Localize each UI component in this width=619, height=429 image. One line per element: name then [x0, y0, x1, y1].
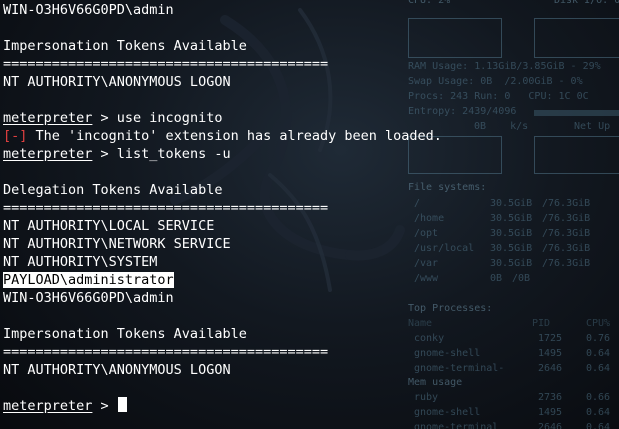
terminal-line: Impersonation Tokens Available [3, 38, 247, 54]
command-text: > use incognito [92, 110, 223, 126]
terminal-line: Delegation Tokens Available [3, 182, 223, 198]
terminal-line: NT AUTHORITY\LOCAL SERVICE [3, 218, 215, 234]
terminal-prompt-line[interactable]: meterpreter > [3, 397, 603, 415]
prompt-label: meterpreter [3, 146, 93, 162]
terminal-line: NT AUTHORITY\NETWORK SERVICE [3, 236, 231, 252]
terminal-selected-line[interactable]: PAYLOAD\administrator [3, 271, 603, 289]
terminal-line: WIN-O3H6V66G0PD\admin [3, 290, 174, 306]
terminal-line: NT AUTHORITY\ANONYMOUS LOGON [3, 362, 231, 378]
terminal-line: WIN-O3H6V66G0PD\admin [3, 2, 174, 18]
terminal-prompt-line: meterpreter > list_tokens -u [3, 145, 603, 163]
command-text: > list_tokens -u [92, 146, 231, 162]
terminal-line: Impersonation Tokens Available [3, 326, 247, 342]
prompt-label: meterpreter [3, 110, 93, 126]
error-message: The 'incognito' extension has already be… [27, 128, 442, 144]
mem-proc-cpu: 0.64 [586, 422, 611, 429]
prompt-label: meterpreter [3, 398, 93, 414]
terminal-line: NT AUTHORITY\ANONYMOUS LOGON [3, 74, 231, 90]
terminal-error-line: [-] The 'incognito' extension has alread… [3, 127, 603, 145]
terminal-prompt-line: meterpreter > use incognito [3, 109, 603, 127]
desktop-screen: CPU: 2% Disk I/O: 0 RAM Usage: 1.13GiB/3… [0, 0, 619, 429]
terminal-line: ======================================== [3, 344, 329, 360]
terminal-line: ======================================== [3, 56, 329, 72]
command-input[interactable]: > [92, 398, 116, 414]
error-tag: [-] [3, 128, 28, 144]
text-cursor [117, 397, 127, 412]
mem-proc-name: gnome-terminal [414, 422, 499, 429]
terminal-line: NT AUTHORITY\SYSTEM [3, 254, 158, 270]
selected-text[interactable]: PAYLOAD\administrator [3, 272, 174, 288]
mem-proc-pid: 2646 [538, 422, 563, 429]
terminal-line: ======================================== [3, 200, 329, 216]
terminal-output[interactable]: WIN-O3H6V66G0PD\admin Impersonation Toke… [3, 1, 603, 415]
